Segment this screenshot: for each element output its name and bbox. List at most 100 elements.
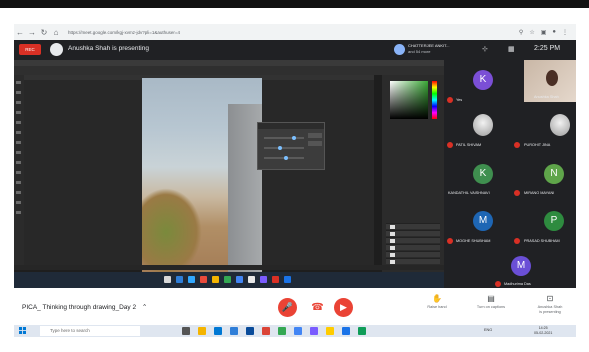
participant-tile[interactable]: K KANDATHIL VAISHNAVI	[444, 157, 510, 202]
muted-mic-icon	[514, 190, 520, 196]
participant-tile[interactable]: Anushka Shah	[510, 60, 576, 105]
chrome-icon[interactable]	[294, 327, 302, 335]
participant-tile[interactable]: K Yes	[444, 65, 510, 110]
participant-avatar: M	[511, 256, 531, 276]
photoshop-icon[interactable]	[246, 327, 254, 335]
dialog-ok-button[interactable]	[308, 133, 322, 138]
taskbar-app-icon[interactable]	[310, 327, 318, 335]
photoshop-toolbar	[14, 75, 24, 265]
layer-thumbnail	[390, 253, 395, 257]
participant-tile[interactable]: P PRASAD SHUBHAM	[510, 205, 576, 250]
end-call-button[interactable]: ☎	[308, 298, 327, 317]
layer-thumbnail	[390, 232, 395, 236]
dialog-slider[interactable]	[264, 156, 304, 160]
tool-icon	[16, 181, 21, 184]
taskbar-app-icon[interactable]	[262, 327, 270, 335]
color-picker[interactable]	[390, 81, 428, 119]
edge-icon[interactable]	[214, 327, 222, 335]
tool-icon	[16, 121, 21, 124]
windows-taskbar: Type here to search ENG 14:25 05-02-2021	[14, 325, 576, 337]
taskbar-app-icon	[176, 276, 183, 283]
captions-button[interactable]: ▤ Turn on captions	[471, 294, 511, 310]
system-date: 05-02-2021	[534, 331, 553, 335]
file-explorer-icon[interactable]	[198, 327, 206, 335]
captions-label: Turn on captions	[476, 305, 506, 309]
muted-mic-icon	[514, 238, 520, 244]
windows-search-box[interactable]: Type here to search	[40, 326, 140, 336]
dialog-slider[interactable]	[264, 136, 304, 140]
layout-icon[interactable]: ⊹	[482, 45, 488, 53]
slider-knob[interactable]	[292, 136, 296, 140]
layer-row[interactable]	[386, 230, 440, 236]
mic-toggle-button[interactable]: 🎤	[278, 298, 297, 317]
tool-icon	[16, 201, 21, 204]
taskbar-app-icon	[284, 276, 291, 283]
tool-icon	[16, 91, 21, 94]
taskbar-app-icon	[188, 276, 195, 283]
zoom-icon[interactable]: ⚲	[519, 29, 523, 36]
participant-avatar: K	[473, 164, 493, 184]
address-bar[interactable]: https://meet.google.com/kgj-xvmz-jdv?pli…	[68, 30, 180, 35]
meet-bottom-bar: PICA_ Thinking through drawing_Day 2 ⌃ 🎤…	[14, 288, 576, 325]
extensions-icon[interactable]: ▣	[541, 29, 547, 36]
chevron-up-icon[interactable]: ⌃	[142, 304, 147, 311]
bookmark-icon[interactable]: ☆	[529, 29, 534, 36]
taskbar-app-icon[interactable]	[358, 327, 366, 335]
muted-mic-icon	[447, 97, 453, 103]
layer-row[interactable]	[386, 258, 440, 264]
participant-tile[interactable]: PATIL SHIVAM	[444, 110, 510, 155]
hue-slider[interactable]	[432, 81, 437, 119]
system-tray[interactable]: ENG	[484, 328, 492, 332]
taskbar-app-icon[interactable]	[230, 327, 238, 335]
muted-mic-icon	[447, 238, 453, 244]
participant-tile[interactable]: M MOGHE SHUBHAM	[444, 205, 510, 250]
photoshop-status-bar	[14, 265, 444, 270]
taskbar-app-icon	[248, 276, 255, 283]
participant-chip[interactable]: CHATTERJEE ANKIT... and 54 more	[394, 43, 464, 57]
shared-taskbar	[14, 272, 444, 288]
phone-hangup-icon: ☎	[311, 302, 324, 313]
tool-icon	[16, 81, 21, 84]
dialog-cancel-button[interactable]	[308, 141, 322, 146]
taskbar-app-icon[interactable]	[342, 327, 350, 335]
windows-start-icon[interactable]	[19, 327, 26, 334]
task-view-icon[interactable]	[182, 327, 190, 335]
layer-row[interactable]	[386, 237, 440, 243]
participant-tile[interactable]: PUROHIT JINA	[510, 110, 576, 155]
menu-icon[interactable]: ⋮	[562, 29, 568, 36]
layer-row[interactable]	[386, 244, 440, 250]
participant-tile[interactable]: N MIRANO MAYANI	[510, 157, 576, 202]
shared-screen	[14, 60, 444, 288]
meeting-clock: 2:25 PM	[534, 45, 561, 52]
raise-hand-button[interactable]: ✋ Raise hand	[417, 294, 457, 310]
home-icon[interactable]: ⌂	[50, 28, 62, 37]
profile-icon[interactable]: ●	[552, 29, 556, 36]
camera-toggle-button[interactable]: ▶	[334, 298, 353, 317]
layer-row[interactable]	[386, 251, 440, 257]
taskbar-app-icon[interactable]	[326, 327, 334, 335]
system-clock[interactable]: 14:25 05-02-2021	[534, 326, 552, 336]
dialog-slider[interactable]	[264, 146, 304, 150]
participant-grid: K Yes Anushka Shah PATIL SHIVAM PUROHIT …	[444, 60, 576, 288]
forward-icon[interactable]: →	[26, 28, 38, 37]
reload-icon[interactable]: ↻	[38, 28, 50, 37]
participant-name: PRASAD SHUBHAM	[524, 239, 560, 243]
presenting-button[interactable]: ⊡ Anushka Shah is presenting	[530, 294, 570, 315]
layer-thumbnail	[390, 239, 395, 243]
fullscreen-icon[interactable]: ▦	[508, 45, 515, 53]
camera-off-icon: ▶	[340, 302, 347, 312]
participant-photo	[473, 114, 493, 136]
slider-knob[interactable]	[284, 156, 288, 160]
browser-toolbar: ⚲ ☆ ▣ ● ⋮	[519, 29, 568, 36]
layer-row[interactable]	[386, 223, 440, 229]
presenter-avatar	[50, 43, 63, 56]
tool-icon	[16, 171, 21, 174]
taskbar-app-icon	[212, 276, 219, 283]
muted-mic-icon	[447, 142, 453, 148]
captions-icon: ▤	[487, 294, 495, 303]
taskbar-app-icon[interactable]	[278, 327, 286, 335]
meeting-title[interactable]: PICA_ Thinking through drawing_Day 2 ⌃	[22, 303, 147, 311]
slider-knob[interactable]	[278, 146, 282, 150]
recording-badge: REC	[19, 44, 41, 55]
back-icon[interactable]: ←	[14, 28, 26, 37]
